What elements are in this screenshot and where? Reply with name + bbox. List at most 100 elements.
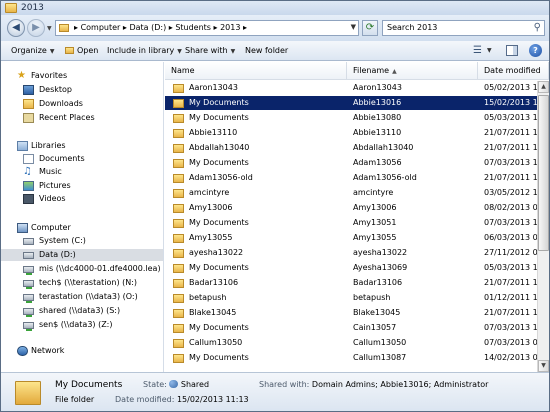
recent-pages-dropdown[interactable]: ▼ — [47, 25, 52, 32]
nav-system-c[interactable]: System (C:) — [1, 235, 163, 247]
chevron-down-icon[interactable]: ▼ — [487, 47, 492, 54]
network-drive-icon — [23, 294, 34, 303]
scroll-down-button[interactable]: ▼ — [538, 360, 549, 372]
explorer-window: 2013 ◀ ▶ ▼ ▸ Computer ▸ Data (D:) ▸ Stud… — [0, 0, 550, 412]
chevron-down-icon[interactable]: ▼ — [351, 23, 356, 31]
folder-icon — [173, 114, 184, 123]
file-name-cell: My Documents — [189, 353, 249, 362]
table-row[interactable]: My Documents Amy13051 07/03/2013 10:12 — [165, 216, 549, 230]
nav-sen-z[interactable]: sen$ (\\data3) (Z:) — [1, 319, 163, 331]
address-box[interactable]: ▸ Computer ▸ Data (D:) ▸ Students ▸ 2013… — [55, 20, 359, 36]
filename-cell: Abbie13110 — [353, 128, 402, 137]
change-view-icon[interactable]: ☰ — [473, 45, 482, 56]
filename-cell: Blake13045 — [353, 308, 401, 317]
share-with-button[interactable]: Share with ▼ — [185, 46, 235, 55]
back-button[interactable]: ◀ — [7, 19, 25, 37]
breadcrumb-2013[interactable]: 2013 — [220, 23, 240, 32]
filename-cell: Amy13055 — [353, 233, 397, 242]
search-icon[interactable]: ⚲ — [534, 22, 541, 33]
nav-recent-places[interactable]: Recent Places — [1, 112, 163, 124]
table-row[interactable]: My Documents Callum13087 14/02/2013 09:33 — [165, 351, 549, 365]
details-state: State: Shared — [143, 380, 210, 389]
column-header-name[interactable]: Name — [165, 62, 347, 80]
table-row[interactable]: Badar13106 Badar13106 21/07/2011 16:45 — [165, 276, 549, 290]
file-name-cell: My Documents — [189, 218, 249, 227]
nav-desktop[interactable]: Desktop — [1, 84, 163, 96]
table-row[interactable]: My Documents Ayesha13069 05/03/2013 14:22 — [165, 261, 549, 275]
breadcrumb-computer[interactable]: Computer — [81, 23, 121, 32]
folder-icon — [173, 294, 184, 303]
table-row[interactable]: ayesha13022 ayesha13022 27/11/2012 09:05 — [165, 246, 549, 260]
chevron-down-icon: ▼ — [230, 48, 236, 55]
nav-documents[interactable]: Documents — [1, 153, 163, 165]
refresh-button[interactable]: ⟳ — [362, 20, 378, 36]
scroll-up-button[interactable]: ▲ — [538, 81, 549, 93]
address-bar-area: ◀ ▶ ▼ ▸ Computer ▸ Data (D:) ▸ Students … — [1, 15, 549, 41]
nav-computer[interactable]: Computer — [1, 222, 163, 234]
preview-pane-icon[interactable] — [506, 45, 518, 56]
nav-videos[interactable]: Videos — [1, 193, 163, 205]
details-shared-with: Shared with: Domain Admins; Abbie13016; … — [259, 380, 489, 389]
table-row[interactable]: Adam13056-old Adam13056-old 21/07/2011 16:… — [165, 171, 549, 185]
filename-cell: Abdallah13040 — [353, 143, 414, 152]
nav-mis-k[interactable]: mis (\\dc4000-01.dfe4000.lea) (K:) — [1, 263, 163, 275]
filename-cell: Ayesha13069 — [353, 263, 408, 272]
table-row[interactable]: Amy13055 Amy13055 06/03/2013 09:01 — [165, 231, 549, 245]
nav-libraries[interactable]: Libraries — [1, 140, 163, 152]
nav-shared-s[interactable]: shared (\\data3) (S:) — [1, 305, 163, 317]
open-button[interactable]: Open — [65, 46, 98, 55]
column-header-date-modified[interactable]: Date modified — [478, 62, 549, 80]
nav-data-d[interactable]: Data (D:) — [1, 249, 163, 261]
folder-icon — [173, 354, 184, 363]
search-input[interactable]: Search 2013 ⚲ — [382, 20, 545, 36]
include-in-library-button[interactable]: Include in library ▼ — [107, 46, 182, 55]
table-row[interactable]: My Documents Abbie13016 15/02/2013 11:13 — [165, 96, 549, 110]
table-row[interactable]: amcintyre amcintyre 03/05/2012 11:20 — [165, 186, 549, 200]
filename-cell: Callum13087 — [353, 353, 407, 362]
command-bar: Organize ▼ Open Include in library ▼ Share… — [1, 41, 549, 61]
nav-terastation-o[interactable]: terastation (\\data3) (O:) — [1, 291, 163, 303]
table-row[interactable]: Amy13006 Amy13006 08/02/2013 09:05 — [165, 201, 549, 215]
file-name-cell: ayesha13022 — [189, 248, 244, 257]
table-row[interactable]: Aaron13043 Aaron13043 05/02/2013 11:53 — [165, 81, 549, 95]
documents-icon — [23, 154, 34, 164]
videos-icon — [23, 194, 34, 204]
details-name: My Documents — [55, 380, 123, 390]
breadcrumb-students[interactable]: Students — [175, 23, 211, 32]
sort-ascending-icon: ▲ — [392, 68, 397, 75]
breadcrumb-data-d[interactable]: Data (D:) — [129, 23, 166, 32]
vertical-scrollbar[interactable]: ▲ ▼ — [537, 81, 549, 372]
help-icon[interactable]: ? — [529, 44, 542, 57]
filename-cell: amcintyre — [353, 188, 394, 197]
table-row[interactable]: My Documents Cain13057 07/03/2013 10:12 — [165, 321, 549, 335]
nav-favorites[interactable]: ★ Favorites — [1, 70, 163, 82]
column-headers: Name Filename ▲ Date modified — [165, 62, 549, 80]
folder-icon — [173, 309, 184, 318]
table-row[interactable]: Abdallah13040 Abdallah13040 21/07/2011 16:… — [165, 141, 549, 155]
recent-places-icon — [23, 113, 34, 123]
table-row[interactable]: Blake13045 Blake13045 21/07/2011 16:45 — [165, 306, 549, 320]
table-row[interactable]: My Documents Abbie13080 05/03/2013 10:35 — [165, 111, 549, 125]
scroll-thumb[interactable] — [538, 95, 549, 251]
pictures-icon — [23, 181, 34, 191]
nav-network[interactable]: Network — [1, 345, 163, 357]
nav-tech-n[interactable]: tech$ (\\terastation) (N:) — [1, 277, 163, 289]
filename-cell: Aaron13043 — [353, 83, 402, 92]
forward-button[interactable]: ▶ — [27, 19, 45, 37]
network-drive-icon — [23, 280, 34, 289]
nav-pictures[interactable]: Pictures — [1, 180, 163, 192]
folder-icon — [173, 159, 184, 168]
nav-downloads[interactable]: Downloads — [1, 98, 163, 110]
nav-music[interactable]: ♫ Music — [1, 166, 163, 178]
table-row[interactable]: betapush betapush 01/12/2011 15:30 — [165, 291, 549, 305]
new-folder-button[interactable]: New folder — [245, 46, 288, 55]
table-row[interactable]: Callum13050 Callum13050 07/03/2013 09:05 — [165, 336, 549, 350]
table-row[interactable]: My Documents Adam13056 07/03/2013 12:55 — [165, 156, 549, 170]
column-header-filename[interactable]: Filename ▲ — [347, 62, 478, 80]
filename-cell: Adam13056 — [353, 158, 402, 167]
folder-icon — [65, 47, 74, 54]
table-row[interactable]: Abbie13110 Abbie13110 21/07/2011 16:45 — [165, 126, 549, 140]
organize-button[interactable]: Organize ▼ — [11, 46, 54, 55]
breadcrumb[interactable]: ▸ Computer ▸ Data (D:) ▸ Students ▸ 2013… — [74, 23, 247, 32]
details-pane: My Documents File folder State: Shared Da… — [1, 372, 549, 411]
